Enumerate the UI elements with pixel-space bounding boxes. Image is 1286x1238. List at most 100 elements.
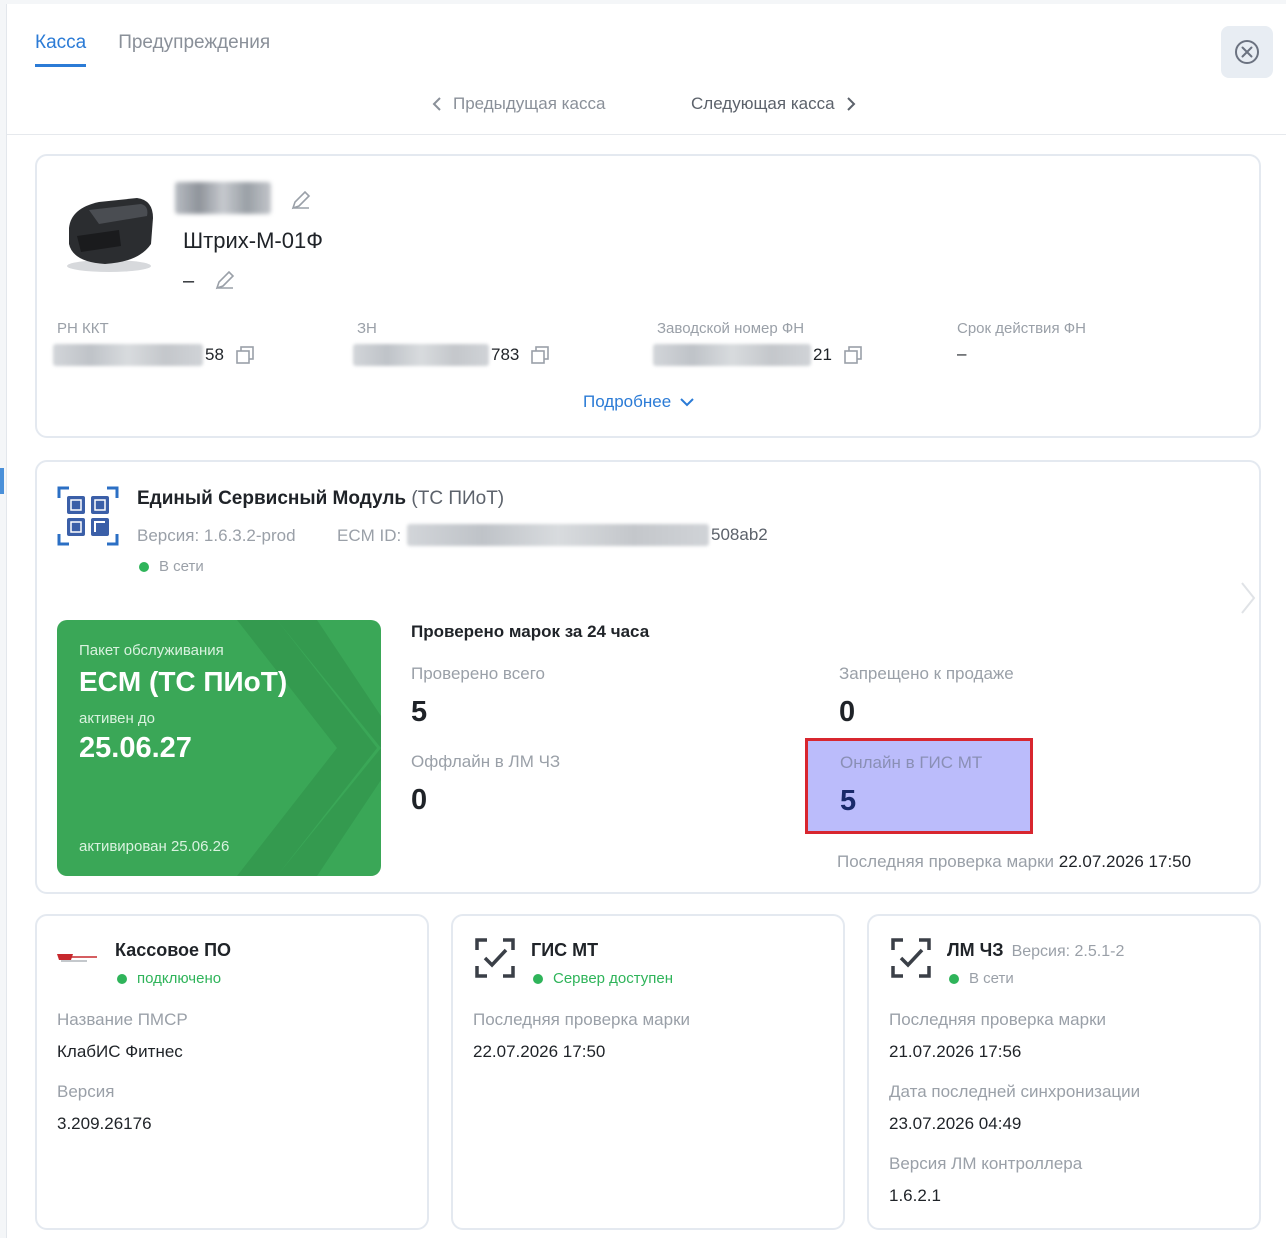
- package-name: ECM (ТС ПИоТ): [79, 666, 288, 697]
- ecm-module-icon: [57, 486, 119, 546]
- forbidden-label: Запрещено к продаже: [839, 664, 1014, 683]
- tab-bar: Касса Предупреждения: [35, 32, 270, 67]
- kkt-secondary-name: –: [183, 270, 195, 292]
- scan-check-icon: [475, 938, 515, 978]
- chevron-down-icon: [680, 398, 694, 407]
- edit-icon[interactable]: [289, 188, 313, 212]
- chevron-left-icon: [432, 97, 441, 111]
- rn-kkt-value: 58: [53, 344, 256, 366]
- pos-software-card: Кассовое ПО подключено Название ПМСР Кла…: [35, 914, 429, 1230]
- status-dot: [949, 973, 959, 984]
- lm-status: В сети: [949, 970, 1014, 987]
- fn-expiry-label: Срок действия ФН: [957, 320, 1086, 337]
- fn-expiry-value: –: [957, 344, 967, 363]
- chevron-right-icon[interactable]: [1239, 580, 1257, 616]
- forbidden-value: 0: [839, 696, 856, 728]
- kkt-name-redacted: [175, 182, 271, 214]
- lm-controller-value: 1.6.2.1: [889, 1186, 941, 1205]
- ecm-id-value: 508ab2: [407, 524, 768, 546]
- lm-last-check-value: 21.07.2026 17:56: [889, 1042, 1022, 1061]
- kkt-detail-panel: Касса Предупреждения Предыдущая касса Сл…: [6, 4, 1286, 1238]
- package-activated: активирован 25.06.26: [79, 838, 230, 855]
- tab-warnings[interactable]: Предупреждения: [118, 32, 270, 67]
- next-kassa-label: Следующая касса: [691, 94, 835, 113]
- copy-icon[interactable]: [842, 344, 864, 366]
- close-button[interactable]: [1221, 26, 1273, 78]
- fn-number-value: 21: [653, 344, 864, 366]
- online-gis-label: Онлайн в ГИС МТ: [840, 753, 983, 772]
- ecm-id-suffix: 508ab2: [711, 525, 768, 544]
- rn-kkt-suffix: 58: [205, 345, 224, 364]
- zn-label: ЗН: [357, 320, 377, 337]
- lm-version: Версия: 2.5.1-2: [1011, 943, 1125, 960]
- pos-status-label: подключено: [137, 970, 222, 987]
- pos-title: Кассовое ПО: [115, 940, 232, 960]
- copy-icon[interactable]: [234, 344, 256, 366]
- kkt-info-card: Штрих-М-01Ф – РН ККТ 58 ЗН 783 Заводской…: [35, 154, 1261, 438]
- lm-cz-card: ЛМ ЧЗ Версия: 2.5.1-2 В сети Последняя пр…: [867, 914, 1261, 1230]
- ecm-last-check-label: Последняя проверка марки: [837, 852, 1054, 871]
- lm-title-label: ЛМ ЧЗ: [947, 940, 1004, 960]
- offline-label: Оффлайн в ЛМ ЧЗ: [411, 752, 561, 771]
- redacted-value: [53, 344, 203, 366]
- pos-status: подключено: [117, 970, 221, 987]
- service-package-card: Пакет обслуживания ECM (ТС ПИоТ) активен…: [57, 620, 381, 876]
- pos-logo-icon: [57, 954, 97, 962]
- more-details-label: Подробнее: [583, 392, 672, 411]
- pos-name-value: КлабИС Фитнес: [57, 1042, 183, 1061]
- package-active-until: 25.06.27: [79, 732, 192, 764]
- ecm-last-check: Последняя проверка марки 22.07.2026 17:5…: [837, 852, 1191, 872]
- close-icon: [1235, 40, 1259, 64]
- pos-version-label: Версия: [57, 1082, 115, 1101]
- lm-status-label: В сети: [969, 970, 1014, 987]
- ecm-card: Единый Сервисный Модуль (ТС ПИоТ) Версия…: [35, 460, 1261, 894]
- redacted-value: [407, 524, 709, 546]
- ecm-version: Версия: 1.6.3.2-prod: [137, 526, 296, 545]
- gis-mt-card: ГИС МТ Сервер доступен Последняя проверк…: [451, 914, 845, 1230]
- kkt-model: Штрих-М-01Ф: [183, 228, 323, 253]
- ecm-title-suffix: (ТС ПИоТ): [411, 488, 505, 509]
- copy-icon[interactable]: [529, 344, 551, 366]
- pos-name-label: Название ПМСР: [57, 1010, 188, 1029]
- status-dot: [533, 973, 543, 984]
- left-edge-accent: [0, 468, 4, 494]
- ecm-title: Единый Сервисный Модуль (ТС ПИоТ): [137, 488, 504, 510]
- package-active-label: активен до: [79, 710, 156, 727]
- status-dot: [139, 561, 149, 572]
- edit-icon[interactable]: [213, 268, 237, 292]
- ecm-title-main: Единый Сервисный Модуль: [137, 488, 407, 509]
- next-kassa-button[interactable]: Следующая касса: [691, 94, 857, 114]
- gis-title: ГИС МТ: [531, 940, 599, 960]
- more-details-button[interactable]: Подробнее: [583, 392, 695, 412]
- package-label: Пакет обслуживания: [79, 642, 224, 659]
- prev-kassa-button[interactable]: Предыдущая касса: [431, 94, 605, 114]
- lm-sync-label: Дата последней синхронизации: [889, 1082, 1141, 1101]
- fn-number-label: Заводской номер ФН: [657, 320, 805, 337]
- gis-status: Сервер доступен: [533, 970, 673, 987]
- gis-status-label: Сервер доступен: [553, 970, 674, 987]
- ecm-id-label: ECM ID:: [337, 526, 402, 545]
- kassa-navigation: Предыдущая касса Следующая касса: [7, 94, 1286, 134]
- scan-check-icon: [891, 938, 931, 978]
- gis-last-check-label: Последняя проверка марки: [473, 1010, 690, 1029]
- lm-title: ЛМ ЧЗ Версия: 2.5.1-2: [947, 940, 1124, 961]
- fn-number-suffix: 21: [813, 345, 832, 364]
- online-gis-value: 5: [840, 785, 857, 817]
- lm-sync-value: 23.07.2026 04:49: [889, 1114, 1022, 1133]
- rn-kkt-label: РН ККТ: [57, 320, 109, 337]
- tab-kassa[interactable]: Касса: [35, 32, 87, 67]
- zn-value: 783: [353, 344, 551, 366]
- printer-icon: [67, 198, 153, 272]
- prev-kassa-label: Предыдущая касса: [453, 94, 606, 113]
- online-gis-highlight: Онлайн в ГИС МТ 5: [805, 738, 1033, 834]
- zn-suffix: 783: [491, 345, 520, 364]
- ecm-last-check-value: 22.07.2026 17:50: [1058, 852, 1192, 871]
- lm-controller-label: Версия ЛМ контроллера: [889, 1154, 1083, 1173]
- pos-version-value: 3.209.26176: [57, 1114, 152, 1133]
- offline-value: 0: [411, 784, 428, 816]
- lm-last-check-label: Последняя проверка марки: [889, 1010, 1106, 1029]
- checks-title: Проверено марок за 24 часа: [411, 622, 650, 641]
- checked-total-label: Проверено всего: [411, 664, 545, 683]
- redacted-value: [353, 344, 489, 366]
- gis-last-check-value: 22.07.2026 17:50: [473, 1042, 606, 1061]
